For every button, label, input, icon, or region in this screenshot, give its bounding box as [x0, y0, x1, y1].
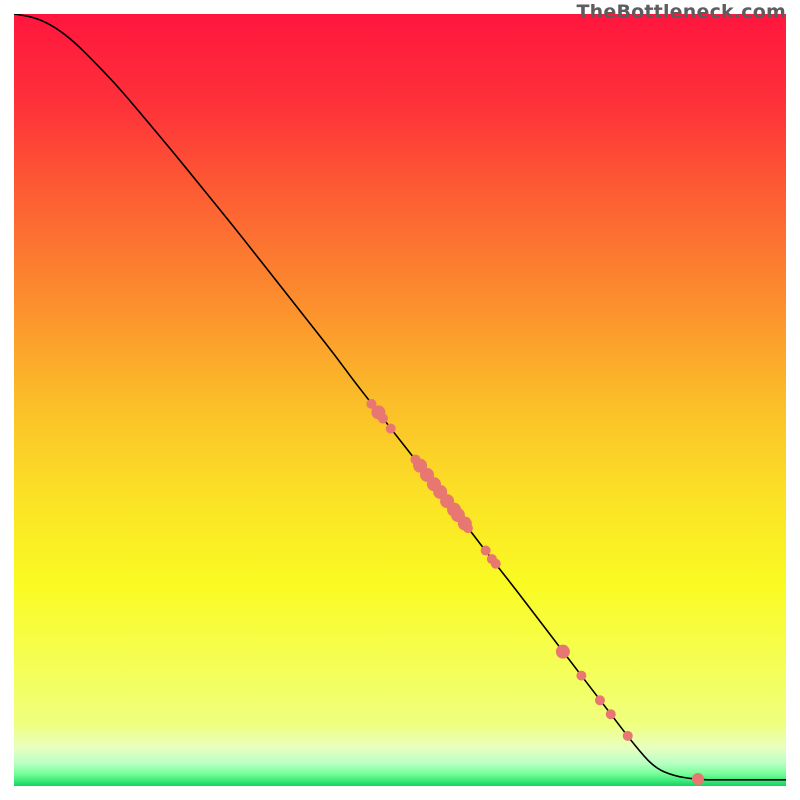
- data-point: [386, 424, 396, 434]
- plot-area: [14, 14, 786, 786]
- data-point: [576, 671, 586, 681]
- data-point: [623, 731, 633, 741]
- gradient-rect: [14, 14, 786, 786]
- data-point: [378, 414, 388, 424]
- data-point: [595, 695, 605, 705]
- chart-background: [14, 14, 786, 786]
- data-point: [606, 709, 616, 719]
- chart-stage: TheBottleneck.com: [0, 0, 800, 800]
- data-point: [491, 559, 501, 569]
- data-point: [481, 546, 491, 556]
- data-point: [692, 773, 704, 785]
- data-point: [556, 645, 570, 659]
- attribution-text: TheBottleneck.com: [576, 1, 786, 23]
- data-point: [463, 523, 473, 533]
